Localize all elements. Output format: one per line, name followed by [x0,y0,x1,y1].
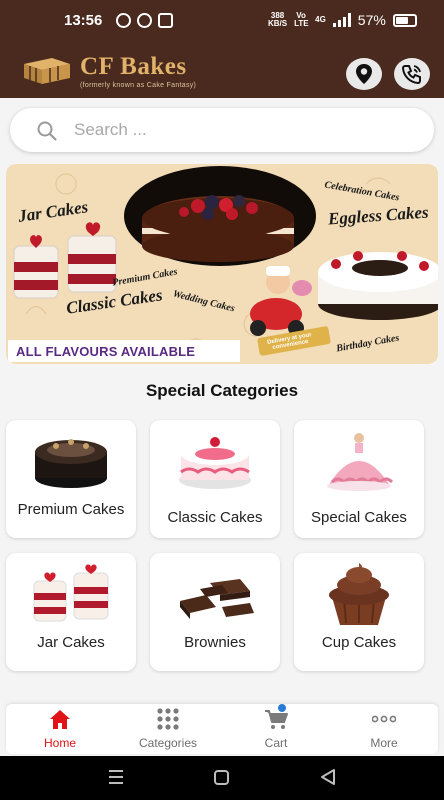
whatsapp-icon [116,13,131,28]
volte-label: Vo LTE [294,11,309,28]
brand-subtitle: (formerly known as Cake Fantasy) [80,82,197,89]
more-dots-icon [372,715,396,723]
phone-call-icon [401,65,421,85]
category-card-cupcakes[interactable]: Cup Cakes [294,553,424,671]
category-label: Jar Cakes [37,634,105,651]
battery-icon [392,13,417,27]
category-card-premium[interactable]: Premium Cakes [6,420,136,538]
cart-icon [265,710,288,729]
signal-icon [332,13,351,27]
special-cake-image [327,433,394,491]
system-nav-icons [109,769,335,785]
nav-label: Home [43,736,76,750]
location-button[interactable] [346,58,382,90]
status-right: 388 KB/S Vo LTE 4G 57% [268,12,417,28]
home-icon [50,710,70,729]
call-button[interactable] [394,58,430,90]
nav-categories[interactable]: Categories [114,704,222,754]
category-card-classic[interactable]: Classic Cakes [150,420,280,538]
search-input[interactable] [74,118,404,142]
category-label: Premium Cakes [17,501,125,518]
app-screen: 13:56 388 KB/S Vo LTE 4G 57% CF Bakes (f… [0,0,444,800]
section-title: Special Categories [145,381,299,400]
battery-percent: 57% [357,12,386,28]
net-speed: 388 KB/S [268,11,288,28]
status-bar: 13:56 388 KB/S Vo LTE 4G 57% [0,0,444,44]
category-label: Classic Cakes [167,509,263,526]
brand-title: CF Bakes [80,53,187,80]
location-pin-icon [356,64,372,84]
search-icon [37,121,57,141]
bottom-navigation: Home Categories Cart More [6,704,438,754]
promo-banner[interactable]: Jar Cakes Premium Cakes Classic Cakes We… [6,164,438,364]
status-app-icons [116,13,173,28]
category-card-special[interactable]: Special Cakes [294,420,424,538]
network-type: 4G [315,15,326,24]
home-button-icon [214,770,229,785]
category-label: Special Cakes [311,509,407,526]
nav-label: Cart [264,736,288,750]
recents-icon [109,770,123,784]
category-label: Cup Cakes [321,634,397,651]
search-bar[interactable] [10,108,434,152]
notification-icon [137,13,152,28]
classic-cake-image [179,437,251,489]
system-navigation-bar [0,756,444,800]
app-header: CF Bakes (formerly known as Cake Fantasy… [0,44,444,98]
jar-cake-image [33,564,109,622]
premium-cake-image [35,439,107,488]
logo-icon [24,58,70,84]
status-time: 13:56 [64,12,103,29]
cart-badge-dot [278,704,286,712]
nav-more[interactable]: More [330,704,438,754]
category-card-brownies[interactable]: Brownies [150,553,280,671]
back-icon [321,769,335,785]
nav-label: More [370,736,398,750]
category-label: Brownies [184,634,246,651]
nav-cart[interactable]: Cart [222,704,330,754]
banner-strip: ALL FLAVOURS AVAILABLE [8,340,240,362]
brownie-image [180,579,254,619]
grid-icon [157,708,179,730]
nav-label: Categories [138,736,198,750]
cupcake-image [329,563,389,625]
category-card-jar[interactable]: Jar Cakes [6,553,136,671]
linkedin-icon [158,13,173,28]
nav-home[interactable]: Home [6,704,114,754]
